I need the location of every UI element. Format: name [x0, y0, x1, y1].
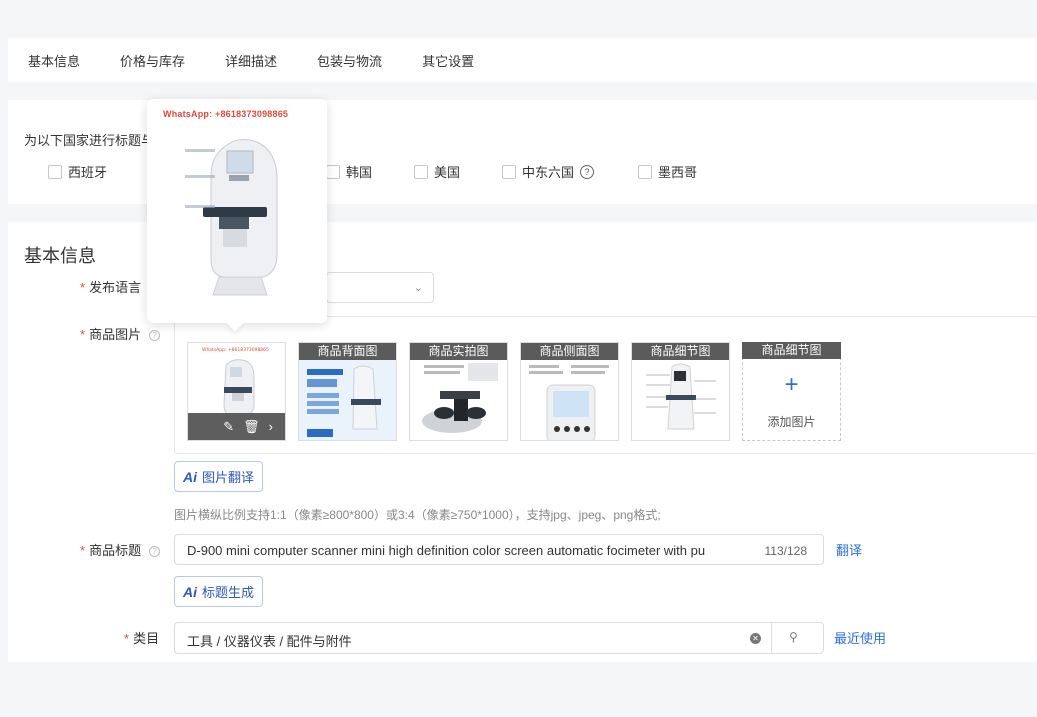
help-icon[interactable]: ? [149, 546, 161, 558]
title-label: * 商品标题? [80, 540, 161, 559]
checkbox-label: 中东六国 [522, 165, 575, 180]
checkbox-middle-east[interactable]: 中东六国? [502, 162, 595, 181]
add-image-button[interactable]: 商品细节图 + 添加图片 [742, 342, 841, 441]
chevron-down-icon: ⌄ [413, 282, 423, 294]
tab-price-stock[interactable]: 价格与库存 [120, 51, 185, 70]
title-generate-label: 标题生成 [202, 585, 255, 600]
checkbox-korea[interactable]: 韩国 [326, 162, 372, 181]
tab-description[interactable]: 详细描述 [225, 51, 277, 70]
checkbox-spain[interactable]: 西班牙 [48, 162, 107, 181]
delete-icon[interactable]: 🗑 [243, 419, 260, 435]
image-caption: 商品细节图 [632, 343, 729, 360]
ai-icon: Ai [183, 468, 197, 485]
image-caption: 商品细节图 [742, 342, 841, 359]
translate-link[interactable]: 翻译 [836, 540, 862, 559]
image-thumb[interactable]: 商品实拍图 [409, 342, 508, 441]
product-preview-image [185, 139, 278, 296]
image-thumb[interactable]: 商品细节图 [631, 342, 730, 441]
image-toolbar: ✎ 🗑 › [188, 413, 285, 440]
checkbox-box[interactable] [48, 164, 62, 179]
checkbox-label: 西班牙 [68, 165, 108, 180]
edit-icon[interactable]: ✎ [223, 419, 234, 435]
lang-label: * 发布语言 [80, 280, 142, 295]
chevron-right-icon[interactable]: › [269, 419, 273, 434]
checkbox-box[interactable] [326, 164, 340, 179]
image-translate-label: 图片翻译 [202, 470, 255, 485]
help-icon[interactable]: ? [580, 164, 595, 179]
checkbox-box[interactable] [638, 164, 652, 179]
plus-icon: + [784, 371, 799, 398]
checkbox-box[interactable] [414, 164, 428, 179]
image-hint: 图片横纵比例支持1:1（像素≥800*800）或3:4（像素≥750*1000）… [174, 508, 661, 522]
category-value: 工具 / 仪器仪表 / 配件与附件 [187, 634, 352, 649]
image-caption: 商品实拍图 [410, 343, 507, 360]
tab-basic-info[interactable]: 基本信息 [28, 51, 80, 70]
help-icon[interactable]: ? [149, 330, 161, 342]
add-image-label: 添加图片 [767, 415, 816, 429]
checkbox-label: 美国 [434, 165, 461, 180]
category-label: * 类目 [124, 631, 160, 646]
svg-text:WhatsApp: +8618373098865: WhatsApp: +8618373098865 [202, 347, 269, 353]
title-generate-button[interactable]: Ai 标题生成 [174, 576, 264, 607]
tab-other-settings[interactable]: 其它设置 [422, 51, 474, 70]
image-thumb[interactable]: 商品背面图 [298, 342, 397, 441]
tab-packaging[interactable]: 包装与物流 [317, 51, 382, 70]
image-upload-area: WhatsApp: +8618373098865 ✎ 🗑 › 商品背面图 商品实… [174, 316, 1037, 454]
main-image-thumb[interactable]: WhatsApp: +8618373098865 ✎ 🗑 › [187, 342, 286, 441]
watermark-text: WhatsApp: +8618373098865 [163, 109, 289, 119]
checkbox-label: 韩国 [346, 165, 373, 180]
search-icon[interactable]: ⚲ [789, 630, 798, 644]
title-input[interactable]: D-900 mini computer scanner mini high de… [174, 534, 824, 565]
image-caption: 商品背面图 [299, 343, 396, 360]
section-tabs: 基本信息 价格与库存 详细描述 包装与物流 其它设置 [8, 38, 1037, 82]
checkbox-mexico[interactable]: 墨西哥 [638, 162, 697, 181]
image-translate-button[interactable]: Ai 图片翻译 [174, 461, 264, 492]
images-label: * 商品图片? [80, 324, 161, 343]
checkbox-usa[interactable]: 美国 [414, 162, 460, 181]
clear-icon[interactable]: ✕ [750, 633, 761, 644]
checkbox-label: 墨西哥 [658, 165, 698, 180]
image-thumb[interactable]: 商品侧面图 [520, 342, 619, 441]
title-value: D-900 mini computer scanner mini high de… [187, 543, 706, 558]
section-title: 基本信息 [24, 246, 96, 266]
recent-used-link[interactable]: 最近使用 [834, 628, 886, 647]
image-caption: 商品侧面图 [521, 343, 618, 360]
ai-icon: Ai [183, 583, 197, 600]
image-preview-popover: WhatsApp: +8618373098865 [147, 99, 327, 332]
checkbox-box[interactable] [502, 164, 516, 179]
title-char-count: 113/128 [764, 544, 808, 558]
language-select[interactable]: ⌄ [326, 272, 434, 303]
category-input[interactable]: 工具 / 仪器仪表 / 配件与附件 ✕ ⚲ [174, 622, 824, 654]
divider [771, 623, 772, 653]
